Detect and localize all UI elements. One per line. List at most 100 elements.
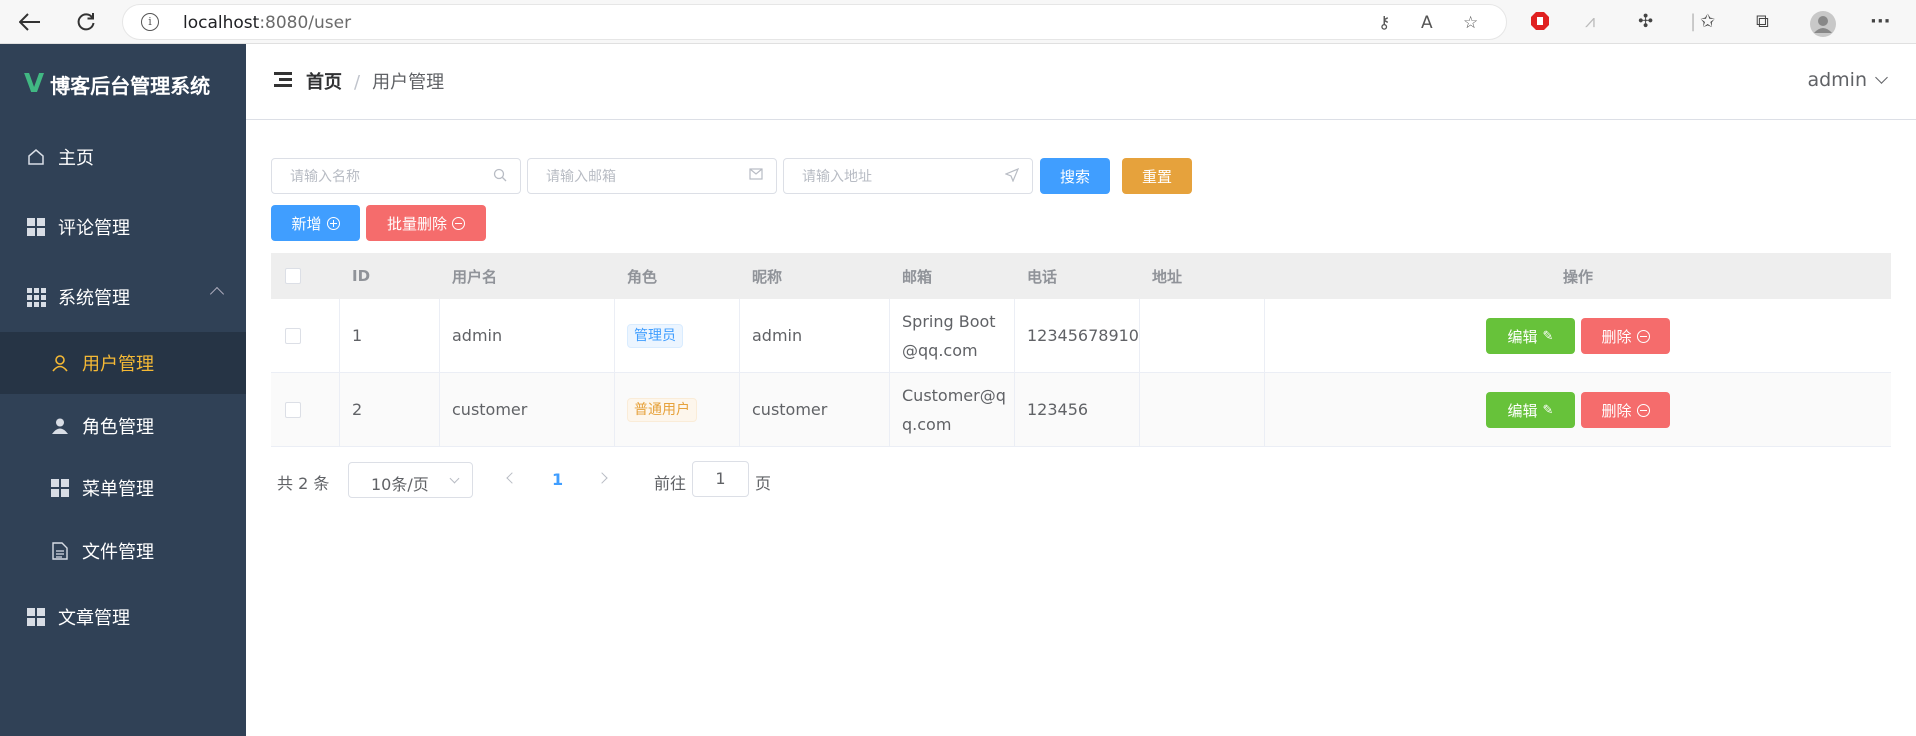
sidebar-item-roles[interactable]: 角色管理 [0, 398, 246, 454]
address-search-input[interactable] [784, 159, 1032, 193]
key-icon[interactable]: ⚷ [1378, 13, 1390, 33]
cell-actions: 编辑 ✎ 删除 [1265, 299, 1891, 372]
column-header: 角色 [627, 267, 658, 286]
column-header: 昵称 [752, 267, 783, 286]
row-checkbox[interactable] [285, 401, 301, 418]
breadcrumb-home[interactable]: 首页 [306, 72, 342, 93]
collapse-menu-icon[interactable] [274, 72, 292, 88]
breadcrumb: 首页 / 用户管理 [306, 68, 444, 94]
next-page-icon[interactable] [596, 472, 608, 484]
email-search-input[interactable] [528, 159, 776, 193]
page-number-current[interactable]: 1 [552, 470, 563, 489]
more-menu-icon[interactable]: ··· [1870, 11, 1891, 32]
favorite-add-icon[interactable]: ☆ [1463, 13, 1478, 33]
sidebar-item-files[interactable]: 文件管理 [0, 523, 246, 579]
chevron-up-icon [209, 286, 225, 302]
table-header: ID 用户名 角色 昵称 邮箱 电话 地址 操作 [271, 253, 1891, 299]
username: admin [1807, 69, 1867, 91]
row-select-cell [271, 299, 340, 372]
browser-toolbar: i localhost:8080/user ⚷ A ☆ ⩘ ✣ | ✩ ⧉ ··… [0, 0, 1916, 44]
cell-phone: 123456 [1015, 373, 1140, 446]
role-tag: 普通用户 [627, 397, 697, 422]
delete-button[interactable]: 删除 [1581, 318, 1670, 354]
goto-page-input[interactable]: 1 [692, 461, 749, 497]
sidebar-item-label: 系统管理 [58, 288, 130, 309]
edit-icon: ✎ [1542, 402, 1554, 418]
edit-button[interactable]: 编辑 ✎ [1486, 318, 1575, 354]
refresh-icon[interactable] [70, 6, 102, 38]
url-text[interactable]: localhost:8080/user [183, 13, 351, 33]
user-table: ID 用户名 角色 昵称 邮箱 电话 地址 操作 1 admin 管理员 adm… [271, 253, 1891, 447]
select-all-cell [271, 253, 340, 299]
site-info-icon[interactable]: i [141, 13, 159, 31]
extensions-puzzle-icon[interactable]: ✣ [1638, 11, 1653, 32]
page-size-value: 10条/页 [371, 475, 429, 494]
add-user-button[interactable]: 新增 [271, 205, 360, 241]
position-icon [1004, 167, 1020, 184]
favorites-icon[interactable]: ✩ [1700, 11, 1715, 32]
adblock-extension-icon[interactable] [1530, 11, 1550, 36]
user-dropdown[interactable]: admin [1807, 69, 1888, 91]
reset-button[interactable]: 重置 [1122, 158, 1192, 194]
batch-delete-button[interactable]: 批量删除 [366, 205, 486, 241]
cell-id: 2 [340, 373, 440, 446]
extension-icon[interactable]: ⩘ [1585, 11, 1595, 32]
prev-page-icon[interactable] [506, 472, 518, 484]
grid-icon [26, 607, 46, 627]
edit-button[interactable]: 编辑 ✎ [1486, 392, 1575, 428]
column-header: ID [352, 267, 371, 285]
collections-icon[interactable]: ⧉ [1756, 11, 1769, 32]
sidebar-item-menus[interactable]: 菜单管理 [0, 460, 246, 516]
profile-avatar-icon[interactable] [1810, 11, 1836, 42]
search-button[interactable]: 搜索 [1040, 158, 1110, 194]
sidebar-item-system[interactable]: 系统管理 [0, 269, 246, 325]
goto-prefix: 前往 [654, 474, 687, 493]
sidebar-item-label: 角色管理 [82, 417, 154, 438]
cell-phone: 12345678910 [1015, 299, 1140, 372]
chevron-down-icon [1875, 71, 1888, 84]
sidebar-item-label: 文件管理 [82, 542, 154, 563]
column-header: 用户名 [452, 267, 498, 286]
goto-suffix: 页 [755, 474, 772, 493]
sidebar-item-label: 评论管理 [58, 218, 130, 239]
message-icon [748, 168, 764, 184]
document-icon [50, 541, 70, 561]
edit-icon: ✎ [1542, 328, 1554, 344]
read-aloud-icon[interactable]: A [1421, 13, 1433, 33]
address-search-field[interactable] [783, 158, 1033, 194]
sidebar-item-comments[interactable]: 评论管理 [0, 199, 246, 255]
cell-username: customer [440, 373, 615, 446]
name-search-field[interactable] [271, 158, 521, 194]
vue-logo-icon: V [24, 69, 45, 99]
address-bar[interactable]: i localhost:8080/user ⚷ A ☆ [122, 4, 1507, 40]
cell-actions: 编辑 ✎ 删除 [1265, 373, 1891, 446]
back-arrow-icon[interactable] [14, 6, 46, 38]
sidebar-item-users[interactable]: 用户管理 [0, 332, 246, 394]
sidebar: V 博客后台管理系统 主页 评论管理 系统管理 用户管理 角色管理 菜单管理 文… [0, 44, 246, 736]
row-checkbox[interactable] [285, 327, 301, 344]
pagination-total: 共 2 条 [277, 474, 330, 493]
divider: | [1690, 11, 1697, 32]
circle-minus-icon [452, 216, 465, 230]
grid-icon [26, 217, 46, 237]
page-header: 首页 / 用户管理 admin [246, 44, 1916, 120]
row-select-cell [271, 373, 340, 446]
delete-button[interactable]: 删除 [1581, 392, 1670, 428]
sidebar-item-home[interactable]: 主页 [0, 129, 246, 185]
search-icon [492, 168, 508, 184]
cell-id: 1 [340, 299, 440, 372]
breadcrumb-current: 用户管理 [372, 72, 445, 93]
column-header: 地址 [1152, 267, 1183, 286]
page-size-select[interactable]: 10条/页 [348, 462, 473, 498]
sidebar-item-articles[interactable]: 文章管理 [0, 589, 246, 645]
name-search-input[interactable] [272, 159, 520, 193]
select-all-checkbox[interactable] [285, 268, 301, 284]
person-icon [50, 416, 70, 436]
user-icon [50, 353, 70, 373]
circle-minus-icon [1636, 329, 1650, 343]
email-search-field[interactable] [527, 158, 777, 194]
sidebar-item-label: 主页 [58, 148, 94, 169]
table-row: 1 admin 管理员 admin Spring Boot@qq.com 123… [271, 299, 1891, 373]
app-logo[interactable]: V 博客后台管理系统 [24, 68, 210, 100]
cell-email: Spring Boot@qq.com [890, 299, 1015, 372]
